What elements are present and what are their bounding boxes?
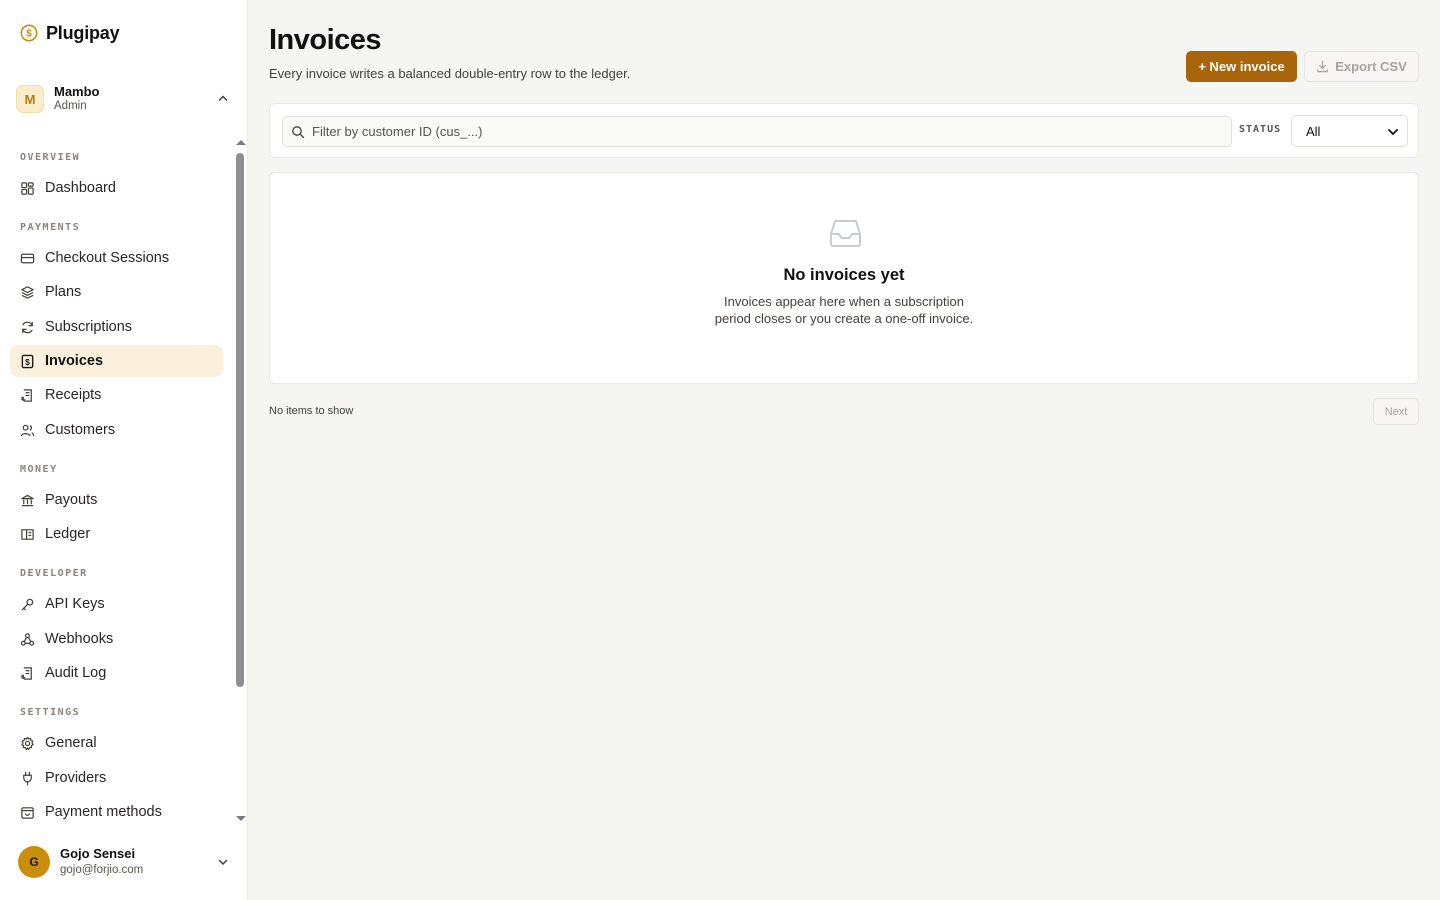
scroll-down-arrow-icon[interactable] [236,816,246,821]
sidebar-item-label: Ledger [45,526,91,542]
refresh-icon [22,321,33,333]
empty-state-line: Invoices appear here when a subscription [724,294,964,309]
sidebar-item-audit-log[interactable]: Audit Log [10,657,223,689]
book-icon [21,528,34,540]
receipt-icon [21,388,32,402]
empty-state: No invoices yet Invoices appear here whe… [269,172,1419,384]
scroll-up-arrow-icon[interactable] [236,140,246,145]
sidebar: $ Plugipay M Mambo Admin OVERVIEW Dashbo… [0,0,248,900]
invoice-icon: $ [21,354,34,368]
download-icon [1317,60,1328,73]
sidebar-item-label: General [45,735,97,751]
key-icon [21,598,34,610]
filter-bar: STATUS All [269,103,1419,158]
sidebar-scrollbar[interactable] [234,138,246,823]
sidebar-item-payment-methods[interactable]: Payment methods [10,796,223,823]
sidebar-item-subscriptions[interactable]: Subscriptions [10,311,223,343]
export-csv-label: Export CSV [1335,59,1407,74]
sidebar-item-label: Checkout Sessions [45,250,170,266]
sidebar-item-ledger[interactable]: Ledger [10,518,223,550]
search-field[interactable] [282,116,1232,147]
search-input[interactable] [312,124,1212,139]
section-title-settings: SETTINGS [20,707,81,718]
section-title-developer: DEVELOPER [20,568,88,579]
layers-icon [21,285,34,299]
sidebar-nav: OVERVIEW Dashboard PAYMENTS Checkout Ses… [0,138,234,823]
sidebar-item-receipts[interactable]: Receipts [10,379,223,411]
new-invoice-button[interactable]: + New invoice [1186,51,1297,82]
status-select[interactable]: All [1291,115,1408,147]
search-icon [292,125,305,138]
wallet-icon [21,806,34,819]
sidebar-item-dashboard[interactable]: Dashboard [10,172,223,204]
sidebar-item-label: Invoices [45,353,104,369]
main-content: Invoices Every invoice writes a balanced… [248,0,1440,900]
status-select-value: All [1306,123,1321,139]
sidebar-item-general[interactable]: General [10,727,223,759]
sidebar-item-label: API Keys [45,596,105,612]
sidebar-item-label: Payment methods [45,804,162,820]
inbox-icon [830,220,861,247]
sidebar-item-label: Audit Log [45,665,107,681]
sidebar-item-providers[interactable]: Providers [10,762,223,794]
page-subtitle: Every invoice writes a balanced double-e… [269,66,631,81]
org-avatar: M [16,85,44,113]
user-menu[interactable]: G Gojo Sensei gojo@forjio.com [18,845,234,879]
empty-state-description: Invoices appear here when a subscription… [270,293,1418,327]
chevron-down-icon [1388,129,1398,136]
sidebar-item-webhooks[interactable]: Webhooks [10,623,223,655]
svg-text:$: $ [25,356,30,366]
section-title-money: MONEY [20,464,58,475]
user-name: Gojo Sensei [60,846,136,862]
sidebar-item-plans[interactable]: Plans [10,276,223,308]
org-switcher[interactable]: M Mambo Admin [16,82,232,116]
avatar: G [18,846,50,878]
gear-icon [21,736,34,750]
dollar-circle-icon: $ [20,24,38,42]
sidebar-item-label: Dashboard [45,180,116,196]
webhook-icon [20,632,35,646]
org-name: Mambo [54,84,100,100]
sidebar-item-label: Payouts [45,492,98,508]
sidebar-item-label: Plans [45,284,82,300]
empty-state-title: No invoices yet [783,266,905,284]
sidebar-item-customers[interactable]: Customers [10,414,223,446]
section-title-payments: PAYMENTS [20,222,81,233]
bank-icon [21,494,34,506]
org-role: Admin [54,99,87,112]
sidebar-item-api-keys[interactable]: API Keys [10,588,223,620]
status-label: STATUS [1239,124,1282,135]
scroll-icon [21,666,32,680]
grid-icon [21,181,34,195]
next-page-button[interactable]: Next [1373,398,1419,425]
section-title-overview: OVERVIEW [20,152,81,163]
sidebar-item-payouts[interactable]: Payouts [10,484,223,516]
export-csv-button[interactable]: Export CSV [1304,51,1419,82]
users-icon [20,424,35,436]
page-title: Invoices [269,24,382,56]
pagination-info: No items to show [269,405,354,417]
sidebar-item-checkout-sessions[interactable]: Checkout Sessions [10,242,223,274]
user-email: gojo@forjio.com [60,863,144,876]
empty-state-line: period closes or you create a one-off in… [714,311,974,326]
chevron-down-icon [218,859,228,866]
brand-name: Plugipay [46,22,120,43]
chevron-up-icon [218,95,228,101]
svg-text:$: $ [26,29,32,40]
scrollbar-thumb[interactable] [236,153,244,687]
plug-icon [23,771,32,785]
brand[interactable]: $ Plugipay [20,20,120,46]
card-icon [20,253,35,263]
sidebar-item-invoices[interactable]: $ Invoices [10,345,223,377]
sidebar-item-label: Customers [45,422,116,438]
sidebar-item-label: Providers [45,770,107,786]
sidebar-item-label: Subscriptions [45,319,133,335]
sidebar-item-label: Webhooks [45,631,114,647]
sidebar-item-label: Receipts [45,387,102,403]
